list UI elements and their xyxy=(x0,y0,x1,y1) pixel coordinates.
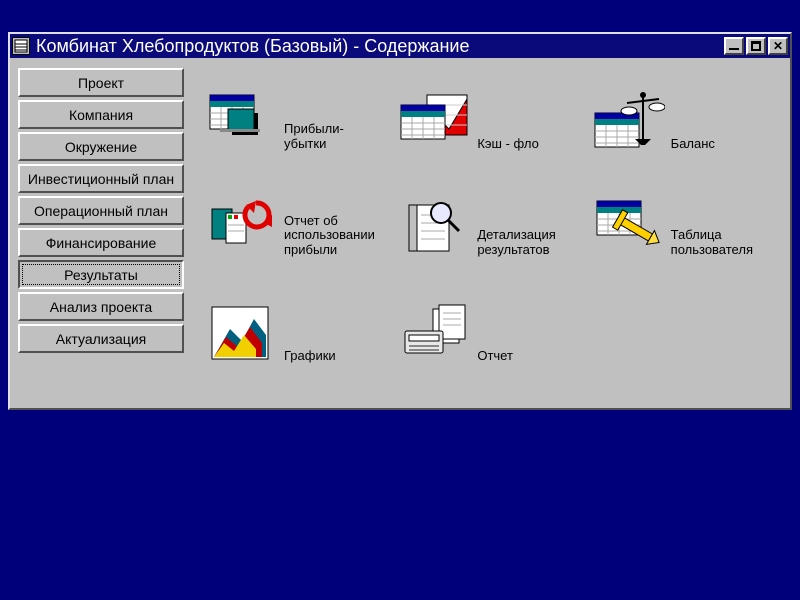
item-label: Графики xyxy=(284,349,344,367)
item-label: Кэш - фло xyxy=(477,137,539,155)
sidebar-item-investment-plan[interactable]: Инвестиционный план xyxy=(18,164,184,193)
item-cash-flow[interactable]: Кэш - фло xyxy=(399,89,582,155)
app-icon xyxy=(12,37,30,55)
sidebar-item-project-analysis[interactable]: Анализ проекта xyxy=(18,292,184,321)
user-table-icon xyxy=(593,195,665,261)
sidebar-item-label: Проект xyxy=(78,75,124,91)
sidebar-item-results[interactable]: Результаты xyxy=(18,260,184,289)
client-area: Проект Компания Окружение Инвестиционный… xyxy=(10,58,790,408)
maximize-button[interactable] xyxy=(746,37,766,55)
item-label: Отчет xyxy=(477,349,537,367)
sidebar-item-label: Инвестиционный план xyxy=(28,171,174,187)
item-detail-results[interactable]: Детализация результатов xyxy=(399,195,582,261)
sidebar-item-label: Операционный план xyxy=(34,203,168,219)
item-label: Детализация результатов xyxy=(477,228,555,261)
sidebar-item-label: Окружение xyxy=(65,139,137,155)
detail-results-icon xyxy=(399,195,471,261)
sidebar-item-label: Актуализация xyxy=(56,331,146,347)
item-label: Прибыли- убытки xyxy=(284,122,344,155)
sidebar-item-label: Анализ проекта xyxy=(50,299,152,315)
sidebar-item-environment[interactable]: Окружение xyxy=(18,132,184,161)
item-label: Баланс xyxy=(671,137,731,155)
sidebar-item-operation-plan[interactable]: Операционный план xyxy=(18,196,184,225)
sidebar-item-label: Компания xyxy=(69,107,133,123)
cash-flow-icon xyxy=(399,89,471,155)
item-profit-loss[interactable]: Прибыли- убытки xyxy=(206,89,389,155)
item-user-table[interactable]: Таблица пользователя xyxy=(593,195,776,261)
item-label: Отчет об использовании прибыли xyxy=(284,214,375,261)
sidebar-item-label: Финансирование xyxy=(46,235,157,251)
sidebar-item-label: Результаты xyxy=(64,267,138,283)
item-balance[interactable]: Баланс xyxy=(593,89,776,155)
sidebar-item-financing[interactable]: Финансирование xyxy=(18,228,184,257)
charts-icon xyxy=(206,301,278,367)
item-report[interactable]: Отчет xyxy=(399,301,582,367)
close-button[interactable]: ✕ xyxy=(768,37,788,55)
item-charts[interactable]: Графики xyxy=(206,301,389,367)
sidebar-item-actualize[interactable]: Актуализация xyxy=(18,324,184,353)
profit-loss-icon xyxy=(206,89,278,155)
sidebar-item-company[interactable]: Компания xyxy=(18,100,184,129)
sidebar: Проект Компания Окружение Инвестиционный… xyxy=(16,64,186,402)
window-title: Комбинат Хлебопродуктов (Базовый) - Соде… xyxy=(36,36,724,57)
item-label: Таблица пользователя xyxy=(671,228,753,261)
minimize-button[interactable] xyxy=(724,37,744,55)
window-controls: ✕ xyxy=(724,37,788,55)
profit-usage-icon xyxy=(206,195,278,261)
app-window: Комбинат Хлебопродуктов (Базовый) - Соде… xyxy=(8,32,792,410)
balance-icon xyxy=(593,89,665,155)
titlebar: Комбинат Хлебопродуктов (Базовый) - Соде… xyxy=(10,34,790,58)
report-icon xyxy=(399,301,471,367)
sidebar-item-project[interactable]: Проект xyxy=(18,68,184,97)
item-profit-usage[interactable]: Отчет об использовании прибыли xyxy=(206,195,389,261)
content-grid: Прибыли- убытки Кэш - фло xyxy=(186,64,784,402)
